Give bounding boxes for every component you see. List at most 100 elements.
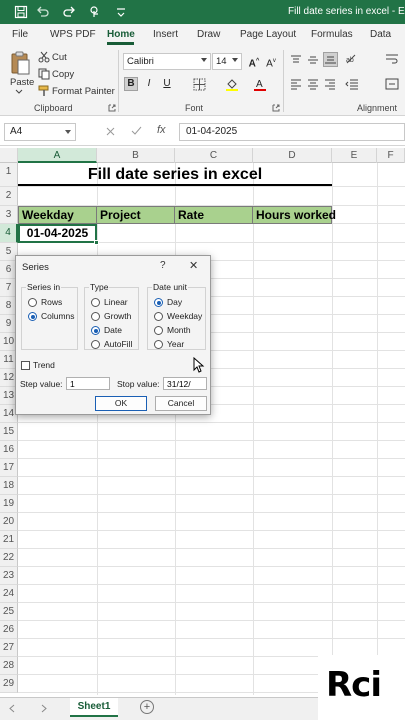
- format-painter-icon[interactable]: [38, 85, 50, 97]
- insert-function-icon[interactable]: fx: [157, 124, 166, 136]
- dialog-launcher-icon[interactable]: [108, 104, 116, 112]
- align-middle-icon[interactable]: [307, 54, 319, 66]
- decrease-indent-icon[interactable]: [345, 78, 359, 90]
- row-header-28[interactable]: 28: [0, 657, 18, 675]
- row-header-25[interactable]: 25: [0, 603, 18, 621]
- row-header-21[interactable]: 21: [0, 531, 18, 549]
- tab-draw[interactable]: Draw: [197, 29, 220, 40]
- cut-icon[interactable]: [38, 51, 50, 63]
- copy-label[interactable]: Copy: [52, 69, 74, 80]
- close-icon[interactable]: ✕: [189, 259, 198, 272]
- row-header-18[interactable]: 18: [0, 477, 18, 495]
- svg-text:ab: ab: [346, 57, 354, 64]
- radio-columns-label: Columns: [41, 311, 75, 321]
- tab-data[interactable]: Data: [370, 29, 391, 40]
- header-cell-rate[interactable]: Rate: [174, 206, 253, 224]
- align-left-icon[interactable]: [290, 78, 302, 90]
- formula-input[interactable]: 01-04-2025: [179, 123, 405, 141]
- align-center-icon[interactable]: [307, 78, 319, 90]
- row-header-27[interactable]: 27: [0, 639, 18, 657]
- paste-icon[interactable]: [9, 50, 31, 76]
- customize-icon[interactable]: [114, 5, 128, 19]
- tab-home[interactable]: Home: [107, 29, 135, 40]
- bold-button[interactable]: B: [124, 77, 138, 91]
- row-header-26[interactable]: 26: [0, 621, 18, 639]
- stop-value-input[interactable]: [163, 377, 207, 390]
- align-right-icon[interactable]: [324, 78, 336, 90]
- row-header-16[interactable]: 16: [0, 441, 18, 459]
- help-icon[interactable]: ?: [160, 260, 166, 271]
- dialog-launcher-icon[interactable]: [272, 104, 280, 112]
- fill-handle[interactable]: [94, 240, 99, 245]
- row-header-23[interactable]: 23: [0, 567, 18, 585]
- font-size-select[interactable]: 14: [212, 53, 242, 70]
- row-header-17[interactable]: 17: [0, 459, 18, 477]
- add-sheet-icon[interactable]: +: [140, 700, 154, 714]
- underline-button[interactable]: U: [160, 77, 174, 91]
- scroll-right-icon[interactable]: [40, 704, 48, 713]
- name-box[interactable]: A4: [4, 123, 76, 141]
- sheet-title-cell[interactable]: Fill date series in excel: [18, 163, 332, 186]
- copy-icon[interactable]: [38, 68, 50, 80]
- row-header-2[interactable]: 2: [0, 187, 18, 206]
- tab-formulas[interactable]: Formulas: [311, 29, 353, 40]
- cut-label[interactable]: Cut: [52, 52, 67, 63]
- header-cell-weekday[interactable]: Weekday: [18, 206, 97, 224]
- trend-label: Trend: [33, 360, 55, 370]
- tab-file[interactable]: File: [12, 29, 28, 40]
- redo-icon[interactable]: [62, 5, 76, 19]
- merge-center-icon[interactable]: [385, 78, 399, 90]
- italic-button[interactable]: I: [142, 77, 156, 91]
- ok-button[interactable]: OK: [95, 396, 147, 411]
- column-headers: A B C D E F: [0, 148, 405, 163]
- active-cell-a4[interactable]: 01-04-2025: [18, 224, 97, 243]
- row-header-22[interactable]: 22: [0, 549, 18, 567]
- undo-icon[interactable]: [36, 5, 50, 19]
- font-name-value: Calibri: [127, 56, 154, 67]
- header-cell-hours-worked[interactable]: Hours worked: [252, 206, 336, 224]
- touch-mode-icon[interactable]: [88, 5, 102, 19]
- row-header-29[interactable]: 29: [0, 675, 18, 693]
- watermark-logo: Rci: [318, 655, 405, 720]
- decrease-font-icon[interactable]: Av: [264, 54, 278, 69]
- trend-checkbox[interactable]: [21, 361, 30, 370]
- scroll-left-icon[interactable]: [8, 704, 16, 713]
- row-header-19[interactable]: 19: [0, 495, 18, 513]
- save-icon[interactable]: [14, 5, 28, 19]
- tab-insert[interactable]: Insert: [153, 29, 178, 40]
- radio-weekday-label: Weekday: [167, 311, 203, 321]
- column-header-c[interactable]: C: [175, 148, 253, 163]
- cancel-button[interactable]: Cancel: [155, 396, 207, 411]
- align-bottom-icon[interactable]: [323, 52, 338, 67]
- row-header-24[interactable]: 24: [0, 585, 18, 603]
- font-name-select[interactable]: Calibri: [123, 53, 211, 70]
- tab-page-layout[interactable]: Page Layout: [240, 29, 296, 40]
- column-header-f[interactable]: F: [377, 148, 405, 163]
- fill-color-icon[interactable]: [225, 77, 239, 91]
- align-top-icon[interactable]: [290, 54, 302, 66]
- row-header-20[interactable]: 20: [0, 513, 18, 531]
- cancel-icon[interactable]: [106, 127, 115, 136]
- chevron-down-icon[interactable]: [15, 89, 23, 95]
- row-header-3[interactable]: 3: [0, 206, 18, 224]
- column-header-b[interactable]: B: [97, 148, 175, 163]
- row-header-1[interactable]: 1: [0, 163, 18, 187]
- orientation-icon[interactable]: ab: [345, 53, 359, 65]
- column-header-e[interactable]: E: [332, 148, 377, 163]
- enter-icon[interactable]: [131, 126, 142, 136]
- row-header-4[interactable]: 4: [0, 224, 18, 243]
- row-header-15[interactable]: 15: [0, 423, 18, 441]
- column-header-a[interactable]: A: [18, 148, 97, 163]
- header-cell-project[interactable]: Project: [96, 206, 175, 224]
- tab-wps-pdf[interactable]: WPS PDF: [50, 29, 96, 40]
- wrap-text-icon[interactable]: [385, 53, 399, 65]
- paste-label[interactable]: Paste: [10, 77, 34, 88]
- format-painter-label[interactable]: Format Painter: [52, 86, 115, 97]
- select-all-corner[interactable]: [0, 148, 18, 163]
- increase-font-icon[interactable]: A^: [247, 54, 261, 69]
- borders-icon[interactable]: [193, 78, 206, 91]
- sheet-tab-sheet1[interactable]: Sheet1: [70, 698, 118, 717]
- font-color-icon[interactable]: A: [253, 77, 267, 91]
- step-value-input[interactable]: [66, 377, 110, 390]
- column-header-d[interactable]: D: [253, 148, 332, 163]
